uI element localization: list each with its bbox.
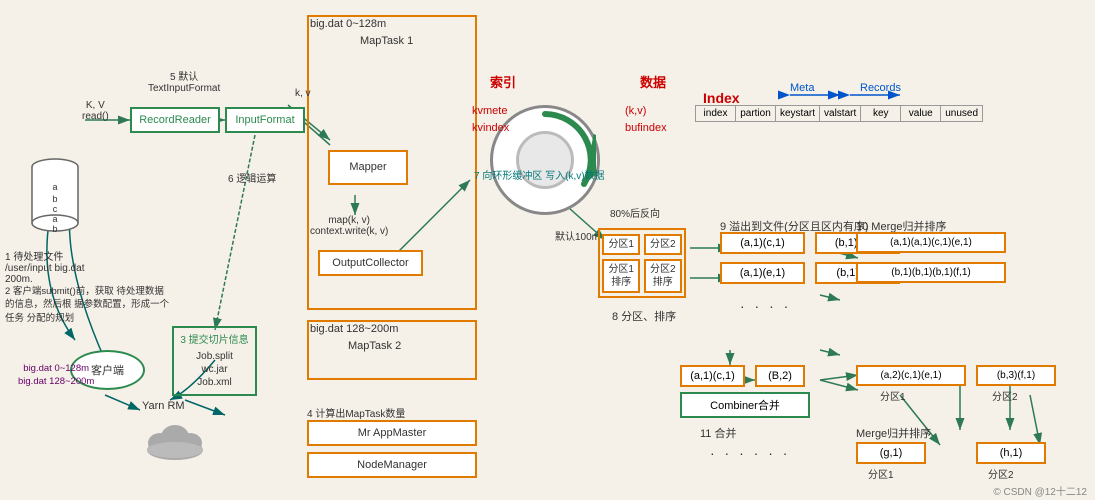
data-label: 数据 [640,72,666,91]
svg-text:c: c [53,204,58,214]
svg-text:a: a [52,182,57,192]
svg-text:a: a [52,214,57,224]
copyright-label: © CSDN @12十二12 [993,483,1087,498]
partition2-sort-box: 分区2排序 [644,259,682,293]
output-collector-box: OutputCollector [318,250,423,276]
partition2-label-c: 分区2 [992,388,1018,403]
kv-read-label: K, Vread() [82,100,109,122]
kvindex-label: kvindex [472,122,509,134]
partition1-box: 分区1 [602,234,640,255]
combiner-b2: (B,2) [755,365,805,387]
partition2-box: 分区2 [644,234,682,255]
records-label: Records [860,82,901,94]
table-col-key: key [861,106,901,121]
maptask1-label: MapTask 1 [360,35,413,47]
step2-files: big.dat 0~128mbig.dat 128~200m [18,362,94,389]
result-a1e1: (a,1)(e,1) [720,262,805,284]
step1-label: 1 待处理文件 /user/input big.dat 200m. [5,248,105,285]
map-kv-label: map(k, v)context.write(k, v) [310,215,388,237]
combiner-result1: (a,2)(c,1)(e,1) [856,365,966,386]
table-col-value: value [901,106,941,121]
kvmete-label: kvmete [472,105,507,117]
partition1-sort-box: 分区1排序 [602,259,640,293]
index-table-header: index partion keystart valstart key valu… [695,105,983,122]
step6-label: 6 逻辑运算 [228,170,276,185]
maptask2-label: MapTask 2 [348,340,401,352]
node-manager-box: NodeManager [307,452,477,478]
table-col-valstart: valstart [820,106,861,121]
bigdat1-label: big.dat 0~128m [310,18,386,30]
step3-files: Job.splitwc.jarJob.xml [196,350,233,389]
final2-box: (h,1) [976,442,1046,464]
record-reader-box: RecordReader [130,107,220,133]
dots1: · · · · [740,298,791,314]
step11-label: 11 合并 [700,425,736,441]
result-a1c1: (a,1)(c,1) [720,232,805,254]
table-col-index: index [696,106,736,121]
cloud-shape [145,415,205,463]
table-col-unused: unused [941,106,982,121]
percent80-label: 80%后反向 [610,205,660,220]
partition1-label-c: 分区1 [880,388,906,403]
file-cylinder: a b c a b [30,155,80,235]
table-col-partion: partion [736,106,776,121]
final1-box: (g,1) [856,442,926,464]
bigdat2-label: big.dat 128~200m [310,323,398,335]
ring-arrow [494,109,596,214]
final-p2-label: 分区2 [988,466,1014,481]
kv-data-label: (k,v) [625,105,646,117]
input-format-box: InputFormat [225,107,305,133]
step3-label: 3 提交切片信息 [180,334,248,347]
svg-text:b: b [52,224,57,234]
partition-row-1: 分区1 分区2 [602,234,681,255]
svg-text:b: b [52,194,57,204]
index-label: 索引 [490,72,516,91]
merge-sort-label: Merge归并排序 [856,425,931,441]
merge-result1: (a,1)(a,1)(c,1)(e,1) [856,232,1006,253]
mapper-box: Mapper [328,150,408,185]
combiner-a1: (a,1)(c,1) [680,365,745,387]
step7-label: 7 向环形缓冲区 写入(k,v)数据 [474,170,605,184]
table-col-keystart: keystart [776,106,820,121]
combiner-merge-box: Combiner合并 [680,392,810,418]
index-top-label: Index [703,90,740,106]
yarn-rm-label: Yarn RM [142,400,185,412]
diagram: a b c a b 1 待处理文件 /user/input big.dat 20… [0,0,1095,500]
merge-result2: (b,1)(b,1)(b,1)(f,1) [856,262,1006,283]
meta-label: Meta [790,82,814,94]
partition-group-box: 分区1 分区2 分区1排序 分区2排序 [598,228,686,298]
app-master-box: Mr AppMaster [307,420,477,446]
bufindex-label: bufindex [625,122,667,134]
partition-row-2: 分区1排序 分区2排序 [602,259,681,293]
step8-label: 8 分区、排序 [612,308,676,324]
step5-label: 5 默认TextInputFormat [148,68,220,94]
combiner-result2: (b,3)(f,1) [976,365,1056,386]
dots2: · · · · · · [710,445,790,461]
kv-arrow-label: k, v [295,88,311,99]
step4-label: 4 计算出MapTask数量 [307,405,405,420]
final-p1-label: 分区1 [868,466,894,481]
default100m-label: 默认100m [555,228,600,243]
step3-box: 3 提交切片信息 Job.splitwc.jarJob.xml [172,326,257,396]
step2-label: 2 客户端submit()前，获取 待处理数据的信息，然后根 据参数配置，形成一… [5,285,170,325]
